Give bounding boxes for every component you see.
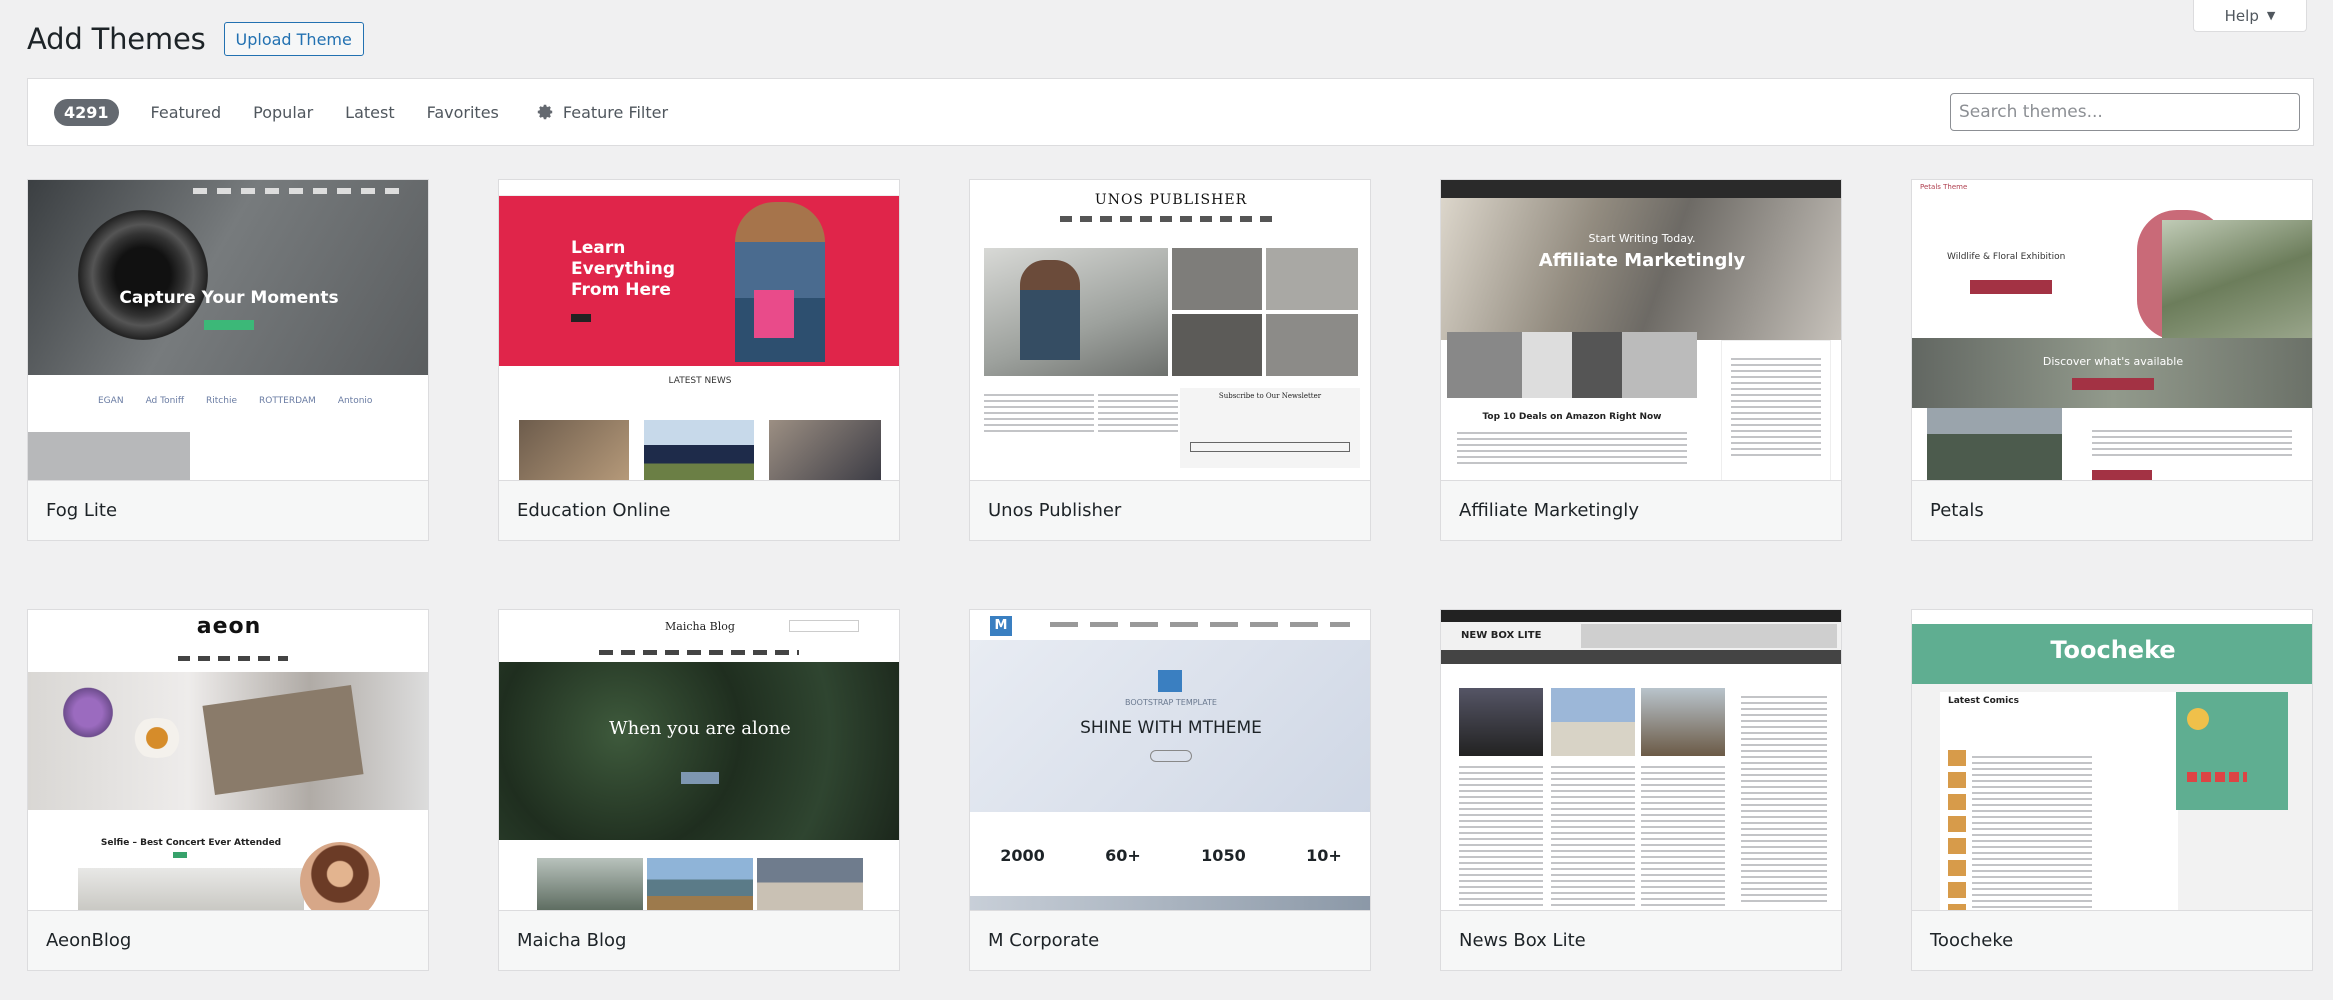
theme-card[interactable]: UNOS PUBLISHER Subscribe to Our Newslett… <box>969 179 1371 541</box>
feature-filter-label: Feature Filter <box>562 102 669 122</box>
preview-section-heading: Latest Comics <box>1948 696 2019 706</box>
feature-filter-button[interactable]: Feature Filter <box>535 102 668 122</box>
theme-name: Toocheke <box>1912 910 2312 970</box>
preview-stat-value: 1050 <box>1201 846 1246 865</box>
theme-screenshot: aeon Selfie – Best Concert Ever Attended <box>28 610 428 912</box>
theme-card[interactable]: Maicha Blog When you are alone Maicha Bl… <box>498 609 900 971</box>
preview-logo-text: Antonio <box>337 396 373 406</box>
theme-screenshot: M BOOTSTRAP TEMPLATE SHINE WITH MTHEME 2… <box>970 610 1370 912</box>
theme-name: Affiliate Marketingly <box>1441 480 1841 540</box>
theme-count-badge: 4291 <box>54 98 119 126</box>
theme-screenshot: Start Writing Today. Affiliate Marketing… <box>1441 180 1841 482</box>
preview-logo-text: EGAN <box>98 396 124 406</box>
preview-logo: NEW BOX LITE <box>1461 630 1542 641</box>
theme-screenshot: NEW BOX LITE <box>1441 610 1841 912</box>
preview-kicker: BOOTSTRAP TEMPLATE <box>1125 698 1217 707</box>
preview-stat-value: 60+ <box>1105 846 1141 865</box>
preview-hero-text: Affiliate Marketingly <box>1538 250 1746 271</box>
gear-icon <box>537 104 553 120</box>
preview-logo: Petals Theme <box>1920 183 1968 191</box>
preview-masthead: UNOS PUBLISHER <box>1094 192 1248 208</box>
page-header: Add Themes Upload Theme <box>27 22 364 56</box>
preview-kicker: Start Writing Today. <box>1588 232 1696 245</box>
theme-name: Petals <box>1912 480 2312 540</box>
preview-hero-text: Capture Your Moments <box>119 288 339 308</box>
theme-card[interactable]: M BOOTSTRAP TEMPLATE SHINE WITH MTHEME 2… <box>969 609 1371 971</box>
theme-card[interactable]: Toocheke Latest Comics Toocheke <box>1911 609 2313 971</box>
theme-name: News Box Lite <box>1441 910 1841 970</box>
preview-stat-value: 10+ <box>1306 846 1342 865</box>
preview-logo-text: Ritchie <box>206 396 237 406</box>
theme-screenshot: Capture Your Moments EGAN Ad Toniff Ritc… <box>28 180 428 482</box>
preview-logo: Toocheke <box>2050 636 2176 664</box>
preview-section-heading: LATEST NEWS <box>668 376 732 386</box>
theme-screenshot: Petals Theme Wildlife & Floral Exhibitio… <box>1912 180 2312 482</box>
help-tab-button[interactable]: Help ▼ <box>2193 0 2307 32</box>
theme-filter-bar: 4291 Featured Popular Latest Favorites F… <box>27 78 2314 146</box>
theme-name: Maicha Blog <box>499 910 899 970</box>
preview-hero-text: Learn Everything From Here <box>571 238 676 300</box>
preview-box-title: Subscribe to Our Newsletter <box>1218 392 1322 400</box>
page-title: Add Themes <box>27 22 206 56</box>
preview-logo-text: ROTTERDAM <box>259 396 316 406</box>
filter-tab-featured[interactable]: Featured <box>151 103 222 122</box>
theme-card[interactable]: Learn Everything From Here LATEST NEWS E… <box>498 179 900 541</box>
preview-logo: aeon <box>196 614 262 639</box>
preview-post-title: Selfie – Best Concert Ever Attended <box>100 838 282 848</box>
theme-card[interactable]: aeon Selfie – Best Concert Ever Attended… <box>27 609 429 971</box>
theme-card[interactable]: NEW BOX LITE News Box Lite <box>1440 609 1842 971</box>
theme-card[interactable]: Capture Your Moments EGAN Ad Toniff Ritc… <box>27 179 429 541</box>
search-themes-input[interactable] <box>1950 93 2300 131</box>
theme-screenshot: Maicha Blog When you are alone <box>499 610 899 912</box>
theme-name: Fog Lite <box>28 480 428 540</box>
preview-band-text: Discover what's available <box>2042 355 2184 368</box>
preview-stat-value: 2000 <box>1000 846 1045 865</box>
filter-tab-popular[interactable]: Popular <box>253 103 313 122</box>
theme-screenshot: Learn Everything From Here LATEST NEWS <box>499 180 899 482</box>
preview-hero-text: When you are alone <box>609 718 791 739</box>
filter-tab-latest[interactable]: Latest <box>345 103 394 122</box>
theme-name: AeonBlog <box>28 910 428 970</box>
help-label: Help <box>2224 6 2259 25</box>
theme-screenshot: Toocheke Latest Comics <box>1912 610 2312 912</box>
theme-name: Education Online <box>499 480 899 540</box>
upload-theme-button[interactable]: Upload Theme <box>223 22 364 56</box>
preview-event-title: Wildlife & Floral Exhibition <box>1947 252 2066 262</box>
preview-hero-text: SHINE WITH MTHEME <box>1080 718 1262 738</box>
theme-card[interactable]: Start Writing Today. Affiliate Marketing… <box>1440 179 1842 541</box>
caret-down-icon: ▼ <box>2266 9 2276 22</box>
preview-headline: Top 10 Deals on Amazon Right Now <box>1482 412 1662 422</box>
theme-name: Unos Publisher <box>970 480 1370 540</box>
filter-tab-favorites[interactable]: Favorites <box>427 103 499 122</box>
theme-name: M Corporate <box>970 910 1370 970</box>
theme-card[interactable]: Petals Theme Wildlife & Floral Exhibitio… <box>1911 179 2313 541</box>
preview-logo-text: Ad Toniff <box>145 396 185 406</box>
theme-screenshot: UNOS PUBLISHER Subscribe to Our Newslett… <box>970 180 1370 482</box>
